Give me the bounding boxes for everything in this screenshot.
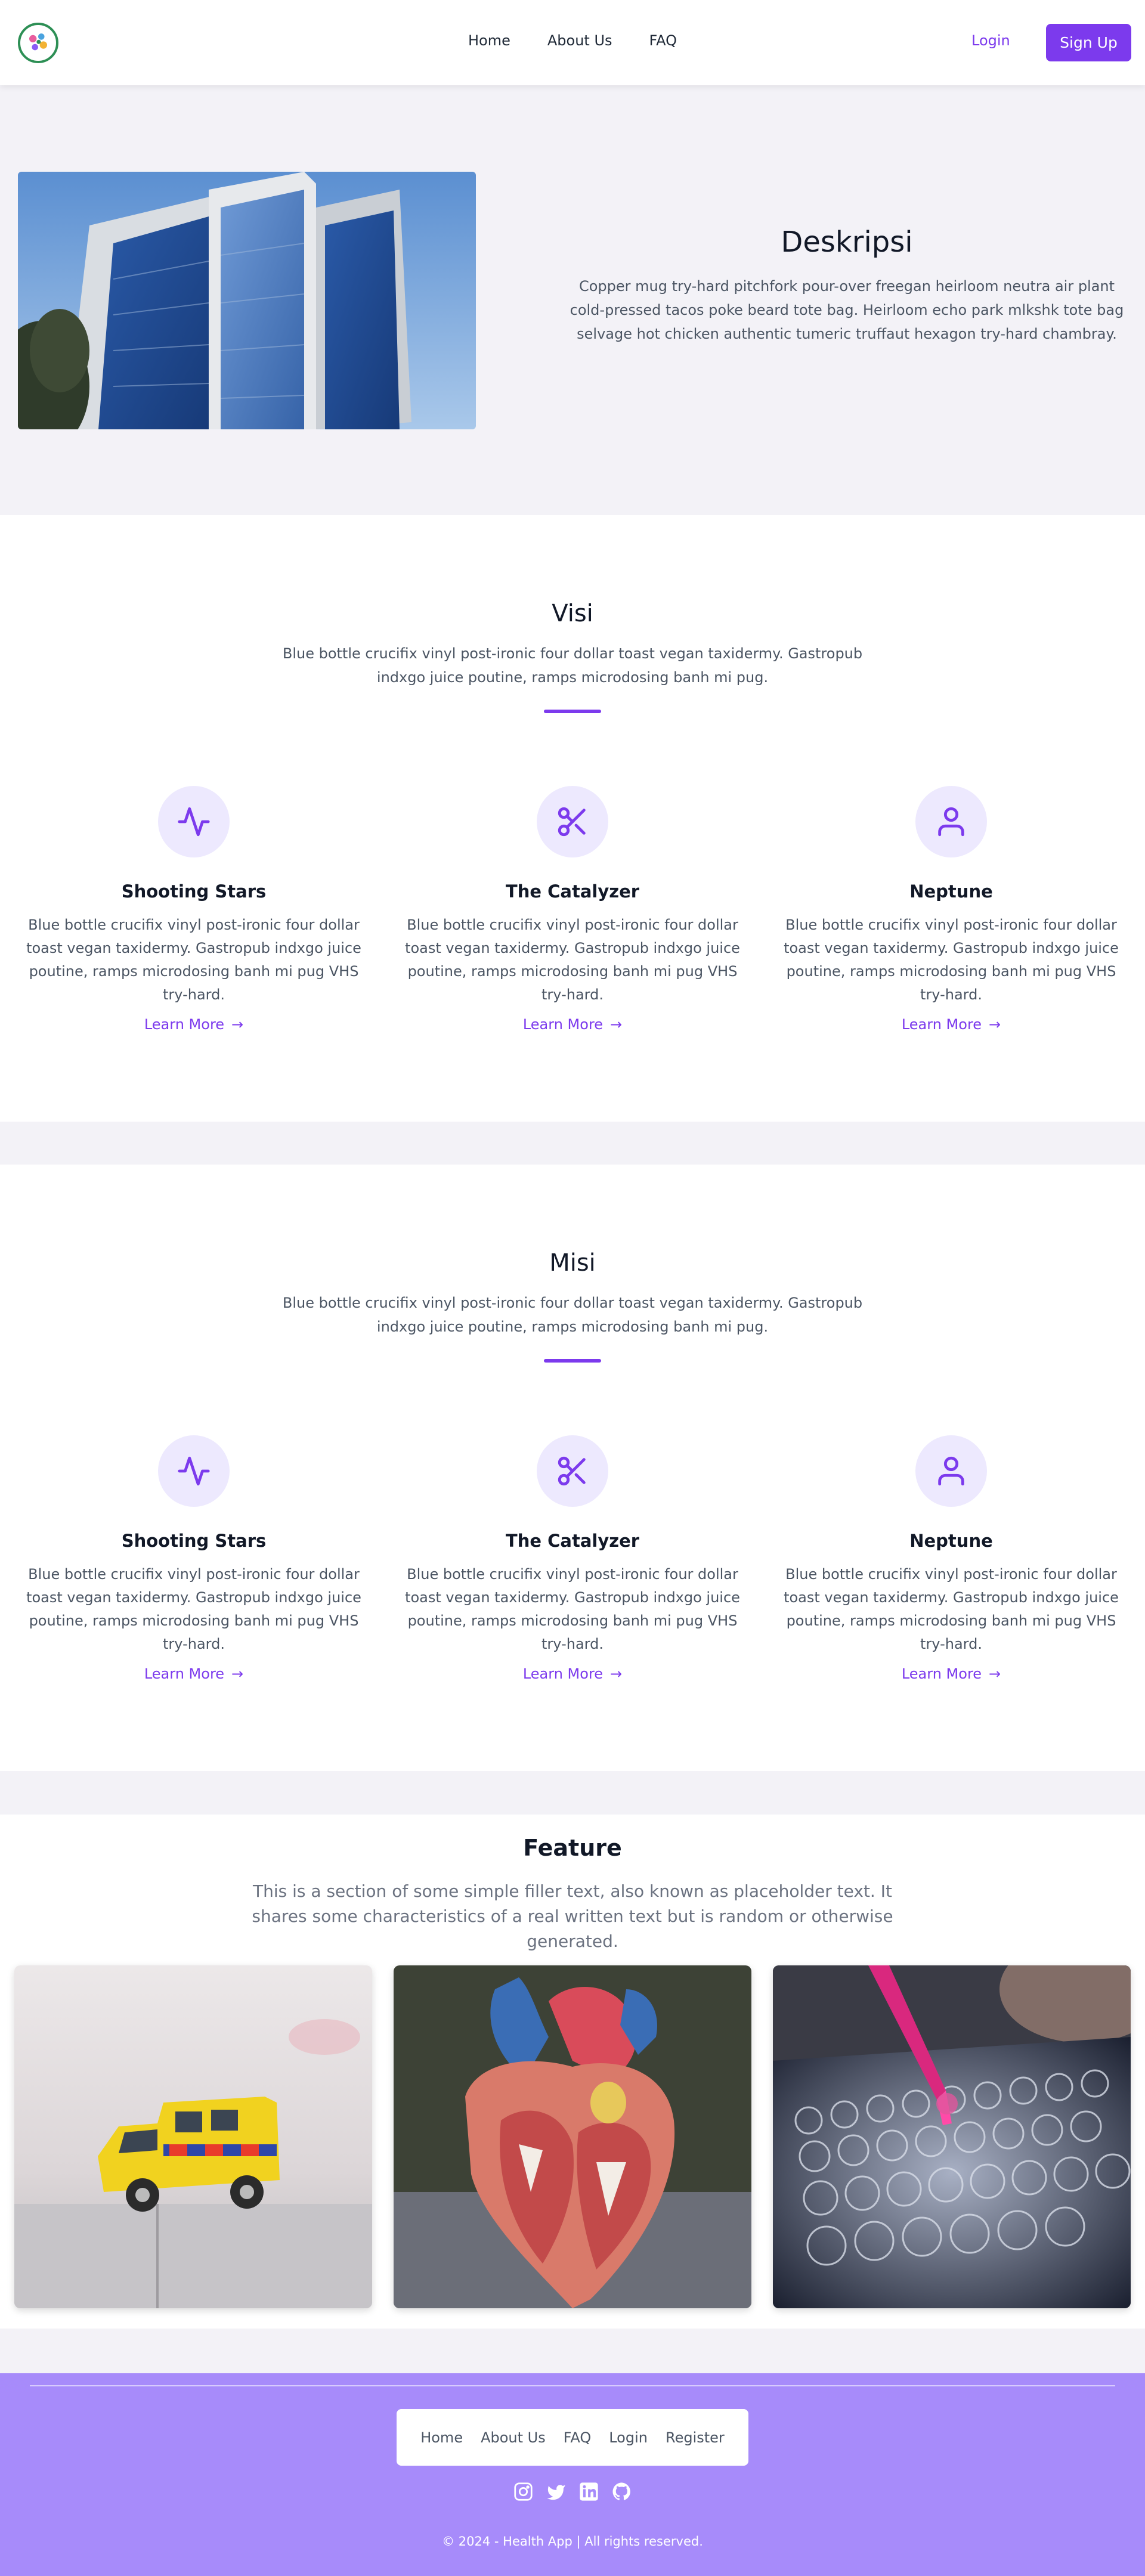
visi-subtitle: Blue bottle crucifix vinyl post-ironic f… [282, 645, 863, 686]
anatomical-heart-model-photo [394, 1965, 751, 2308]
activity-icon [158, 786, 230, 857]
misi-subtitle: Blue bottle crucifix vinyl post-ironic f… [282, 1295, 863, 1335]
card-text: Blue bottle crucifix vinyl post-ironic f… [26, 917, 361, 1003]
misi-card-catalyzer: The Catalyzer Blue bottle crucifix vinyl… [397, 1435, 748, 1682]
learn-more-label: Learn More [144, 1016, 225, 1033]
card-title: Shooting Stars [121, 1531, 267, 1551]
footer-nav: Home About Us FAQ Login Register [397, 2409, 748, 2466]
test-tubes-pipette-photo [773, 1965, 1131, 2308]
learn-more-link[interactable]: Learn More → [902, 1016, 1001, 1033]
login-link[interactable]: Login [971, 32, 1010, 49]
learn-more-label: Learn More [901, 1016, 982, 1033]
footer-register-link[interactable]: Register [666, 2429, 725, 2446]
misi-title: Misi [549, 1249, 596, 1277]
deskripsi-text: Copper mug try-hard pitchfork pour-over … [570, 278, 1124, 342]
learn-more-link[interactable]: Learn More → [144, 1016, 243, 1033]
arrow-right-icon: → [231, 1016, 244, 1033]
visi-title: Visi [552, 600, 593, 627]
nav-faq-link[interactable]: FAQ [649, 32, 677, 49]
learn-more-link[interactable]: Learn More → [523, 1665, 622, 1682]
card-text: Blue bottle crucifix vinyl post-ironic f… [405, 1566, 740, 1652]
learn-more-link[interactable]: Learn More → [144, 1665, 243, 1682]
nav-about-link[interactable]: About Us [547, 32, 612, 49]
footer: Home About Us FAQ Login Register © 2024 … [0, 2373, 1145, 2576]
card-title: The Catalyzer [505, 881, 640, 902]
instagram-icon[interactable] [513, 2482, 533, 2501]
learn-more-label: Learn More [144, 1665, 225, 1682]
deskripsi-title: Deskripsi [781, 225, 913, 259]
misi-section: Misi Blue bottle crucifix vinyl post-iro… [0, 1165, 1145, 1771]
footer-home-link[interactable]: Home [420, 2429, 463, 2446]
card-text: Blue bottle crucifix vinyl post-ironic f… [405, 917, 740, 1003]
nav-home-link[interactable]: Home [468, 32, 510, 49]
arrow-right-icon: → [231, 1665, 244, 1682]
navbar: Home About Us FAQ Login Sign Up [0, 0, 1145, 85]
user-icon [915, 786, 987, 857]
learn-more-link[interactable]: Learn More → [902, 1665, 1001, 1682]
social-links [0, 2482, 1145, 2501]
learn-more-link[interactable]: Learn More → [523, 1016, 622, 1033]
github-icon[interactable] [612, 2482, 632, 2501]
card-title: Neptune [909, 1531, 993, 1551]
feature-section: Feature This is a section of some simple… [0, 1815, 1145, 2329]
building-photo [18, 172, 476, 429]
user-icon [915, 1435, 987, 1507]
card-title: The Catalyzer [505, 1531, 640, 1551]
section-divider [544, 1359, 601, 1363]
footer-login-link[interactable]: Login [609, 2429, 648, 2446]
footer-about-link[interactable]: About Us [481, 2429, 546, 2446]
feature-subtitle: This is a section of some simple filler … [252, 1881, 893, 1951]
scissors-icon [537, 786, 608, 857]
misi-card-neptune: Neptune Blue bottle crucifix vinyl post-… [775, 1435, 1127, 1682]
learn-more-label: Learn More [901, 1665, 982, 1682]
section-divider [544, 710, 601, 713]
visi-card-catalyzer: The Catalyzer Blue bottle crucifix vinyl… [397, 786, 748, 1033]
activity-icon [158, 1435, 230, 1507]
copyright-text: © 2024 - Health App | All rights reserve… [442, 2534, 703, 2549]
learn-more-label: Learn More [522, 1016, 604, 1033]
visi-section: Visi Blue bottle crucifix vinyl post-iro… [0, 515, 1145, 1122]
card-text: Blue bottle crucifix vinyl post-ironic f… [784, 917, 1119, 1003]
feature-title: Feature [523, 1835, 622, 1861]
scissors-icon [537, 1435, 608, 1507]
footer-faq-link[interactable]: FAQ [564, 2429, 592, 2446]
misi-card-shooting-stars: Shooting Stars Blue bottle crucifix viny… [18, 1435, 370, 1682]
signup-button[interactable]: Sign Up [1046, 24, 1131, 61]
card-text: Blue bottle crucifix vinyl post-ironic f… [26, 1566, 361, 1652]
visi-card-neptune: Neptune Blue bottle crucifix vinyl post-… [775, 786, 1127, 1033]
toy-ambulance-photo [14, 1965, 372, 2308]
arrow-right-icon: → [610, 1665, 623, 1682]
linkedin-icon[interactable] [579, 2482, 599, 2501]
footer-divider [30, 2385, 1115, 2386]
card-title: Neptune [909, 881, 993, 902]
arrow-right-icon: → [610, 1016, 623, 1033]
twitter-icon[interactable] [546, 2482, 566, 2501]
card-text: Blue bottle crucifix vinyl post-ironic f… [784, 1566, 1119, 1652]
arrow-right-icon: → [989, 1016, 1001, 1033]
visi-card-shooting-stars: Shooting Stars Blue bottle crucifix viny… [18, 786, 370, 1033]
card-title: Shooting Stars [121, 881, 267, 902]
learn-more-label: Learn More [522, 1665, 604, 1682]
arrow-right-icon: → [989, 1665, 1001, 1682]
